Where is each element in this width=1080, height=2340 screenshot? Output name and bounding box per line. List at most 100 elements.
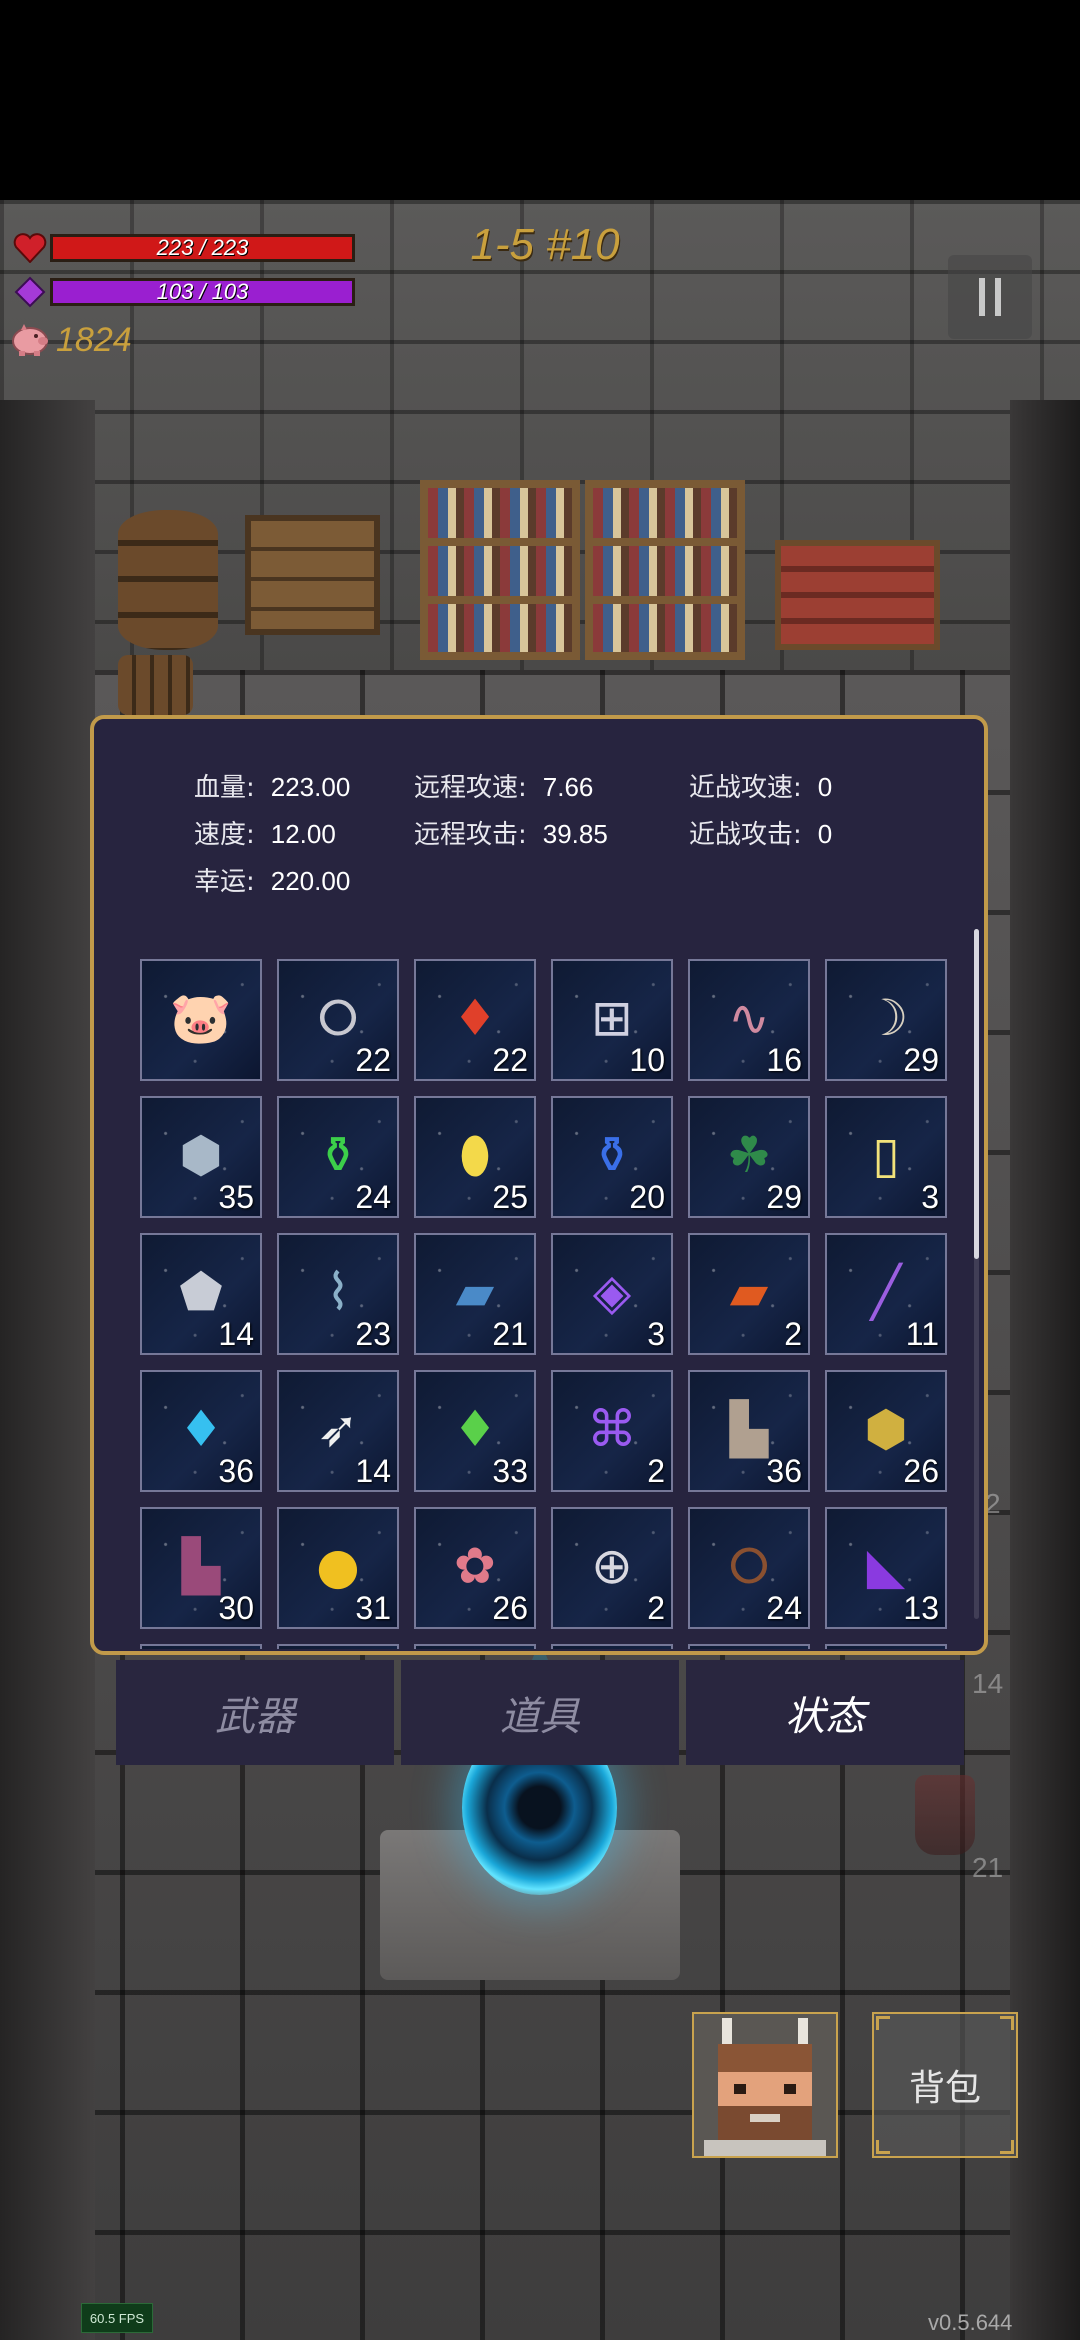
inventory-slot[interactable]: ⭘ 22 bbox=[277, 959, 399, 1081]
inventory-slot[interactable]: ▯ 3 bbox=[825, 1096, 947, 1218]
inventory-slot[interactable] bbox=[688, 1644, 810, 1649]
inventory-slot[interactable]: ⬢ 35 bbox=[140, 1096, 262, 1218]
inventory-slot[interactable]: ∿ 16 bbox=[688, 959, 810, 1081]
inventory-slot[interactable]: ⚱ 20 bbox=[551, 1096, 673, 1218]
inventory-slot[interactable]: ⬟ 14 bbox=[140, 1233, 262, 1355]
red-crystal-icon: ♦ bbox=[452, 989, 498, 1047]
item-count: 26 bbox=[492, 1590, 528, 1626]
item-count: 2 bbox=[647, 1590, 665, 1626]
inventory-slot[interactable]: ⌇ 23 bbox=[277, 1233, 399, 1355]
faded-count: 21 bbox=[972, 1852, 1004, 1883]
purple-rune-icon: ⌘ bbox=[587, 1400, 637, 1458]
mana-bar: 103 / 103 bbox=[10, 275, 355, 309]
inventory-grid[interactable]: 🐷 ⭘ 22 ♦ 22 ⊞ 10 ∿ 16 ☽ 29 ⬢ 35 ⚱ 24 ⬮ 25 ⚱ 20 ☘ 29 ▯ 3 ⬟ 14 ⌇ 23 ▰… bbox=[140, 959, 960, 1649]
piggy-bank-icon: 🐷 bbox=[169, 989, 233, 1047]
status-panel: 血量: 223.00 速度: 12.00 幸运: 220.00 远程攻速: 7.66 远… bbox=[90, 715, 988, 1655]
item-count: 30 bbox=[218, 1590, 254, 1626]
inventory-slot[interactable]: ● 31 bbox=[277, 1507, 399, 1629]
stat-ranged-speed-label: 远程攻速: bbox=[414, 773, 527, 803]
barrel-prop bbox=[118, 510, 218, 650]
inventory-slot[interactable]: ⊕ 2 bbox=[551, 1507, 673, 1629]
boots-icon: ▙ bbox=[729, 1400, 769, 1458]
item-count: 10 bbox=[629, 1042, 665, 1078]
tab-items[interactable]: 道具 bbox=[401, 1660, 679, 1765]
coin-counter: 1824 bbox=[10, 318, 132, 363]
pause-button[interactable] bbox=[948, 255, 1032, 339]
item-count: 35 bbox=[218, 1179, 254, 1215]
stat-luck: 幸运: 220.00 bbox=[194, 861, 350, 898]
fps-counter: 60.5 FPS bbox=[81, 2303, 153, 2333]
inventory-slot[interactable]: ♦ 36 bbox=[140, 1370, 262, 1492]
inventory-slot[interactable]: ╱ 11 bbox=[825, 1233, 947, 1355]
inventory-slot[interactable]: ⬢ 26 bbox=[825, 1370, 947, 1492]
blue-book-icon: ▰ bbox=[455, 1263, 495, 1321]
inventory-slot[interactable]: ⊞ 10 bbox=[551, 959, 673, 1081]
gold-ore-icon: ⬢ bbox=[864, 1400, 908, 1458]
inventory-slot[interactable]: ⌘ 2 bbox=[551, 1370, 673, 1492]
item-count: 23 bbox=[355, 1316, 391, 1352]
inventory-slot[interactable]: ⚱ 24 bbox=[277, 1096, 399, 1218]
glass-vial-icon: ⌇ bbox=[325, 1263, 351, 1321]
backpack-button[interactable]: 背包 bbox=[872, 2012, 1018, 2158]
item-count: 36 bbox=[766, 1453, 802, 1489]
inventory-slot[interactable]: ☽ 29 bbox=[825, 959, 947, 1081]
inventory-slot[interactable]: ♦ 33 bbox=[414, 1370, 536, 1492]
stat-luck-label: 幸运: bbox=[194, 867, 255, 897]
inventory-slot[interactable]: ▰ 2 bbox=[688, 1233, 810, 1355]
inventory-slot[interactable]: ✿ 26 bbox=[414, 1507, 536, 1629]
inventory-slot[interactable]: ▙ 30 bbox=[140, 1507, 262, 1629]
medkit-ring-icon: ⊕ bbox=[591, 1537, 633, 1595]
stat-speed: 速度: 12.00 bbox=[194, 814, 336, 851]
red-book-icon: ▰ bbox=[729, 1263, 769, 1321]
inventory-slot[interactable]: ➶ 14 bbox=[277, 1370, 399, 1492]
stat-ranged-speed: 远程攻速: 7.66 bbox=[414, 767, 593, 804]
inventory-slot[interactable]: ▰ 21 bbox=[414, 1233, 536, 1355]
stat-melee-speed: 近战攻速: 0 bbox=[689, 767, 832, 804]
version-label: v0.5.644 bbox=[928, 2310, 1013, 2335]
right-wall bbox=[1010, 400, 1080, 2340]
character-avatar[interactable] bbox=[692, 2012, 838, 2158]
inventory-slot[interactable] bbox=[825, 1644, 947, 1649]
item-count: 29 bbox=[903, 1042, 939, 1078]
grey-rock-icon: ⬢ bbox=[179, 1126, 223, 1184]
item-count: 20 bbox=[629, 1179, 665, 1215]
green-crystal-icon: ♦ bbox=[452, 1400, 498, 1458]
inventory-slot[interactable] bbox=[277, 1644, 399, 1649]
inventory-slot[interactable]: 🐷 bbox=[140, 959, 262, 1081]
stat-melee-atk-value: 0 bbox=[817, 819, 833, 849]
item-count: 22 bbox=[492, 1042, 528, 1078]
purple-wand-icon: ╱ bbox=[870, 1263, 902, 1321]
inventory-slot[interactable]: ☘ 29 bbox=[688, 1096, 810, 1218]
tab-status[interactable]: 状态 bbox=[686, 1660, 964, 1765]
gold-coin-icon: ● bbox=[316, 1537, 360, 1595]
bookshelf-prop bbox=[585, 480, 745, 660]
scroll-thumb[interactable] bbox=[974, 929, 979, 1259]
hp-bar: 223 / 223 bbox=[10, 231, 355, 265]
hp-bar-track: 223 / 223 bbox=[50, 234, 355, 262]
inventory-slot[interactable] bbox=[414, 1644, 536, 1649]
stat-hp-label: 血量: bbox=[194, 773, 255, 803]
item-count: 29 bbox=[766, 1179, 802, 1215]
item-count: 3 bbox=[921, 1179, 939, 1215]
inventory-slot[interactable]: ▙ 36 bbox=[688, 1370, 810, 1492]
stat-speed-value: 12.00 bbox=[270, 819, 336, 849]
silver-rings-icon: ⭘ bbox=[318, 989, 358, 1047]
clover-icon: ☘ bbox=[726, 1126, 772, 1184]
inventory-slot[interactable] bbox=[140, 1644, 262, 1649]
coin-value: 1824 bbox=[56, 321, 132, 359]
stat-ranged-speed-value: 7.66 bbox=[542, 772, 594, 802]
item-count: 11 bbox=[905, 1316, 939, 1352]
inventory-slot[interactable]: ♦ 22 bbox=[414, 959, 536, 1081]
inventory-slot[interactable] bbox=[551, 1644, 673, 1649]
inventory-slot[interactable]: ⭘ 24 bbox=[688, 1507, 810, 1629]
purple-rune-eye-icon: ◈ bbox=[592, 1263, 632, 1321]
bookshelf-prop bbox=[420, 480, 580, 660]
item-count: 2 bbox=[784, 1316, 802, 1352]
inventory-slot[interactable]: ◈ 3 bbox=[551, 1233, 673, 1355]
inventory-slot[interactable]: ⬮ 25 bbox=[414, 1096, 536, 1218]
tab-weapons[interactable]: 武器 bbox=[116, 1660, 394, 1765]
inventory-slot[interactable]: ◣ 13 bbox=[825, 1507, 947, 1629]
scrollbar[interactable] bbox=[974, 929, 979, 1619]
thorn-crown-icon: ⭘ bbox=[729, 1537, 769, 1595]
chest-prop bbox=[775, 540, 940, 650]
